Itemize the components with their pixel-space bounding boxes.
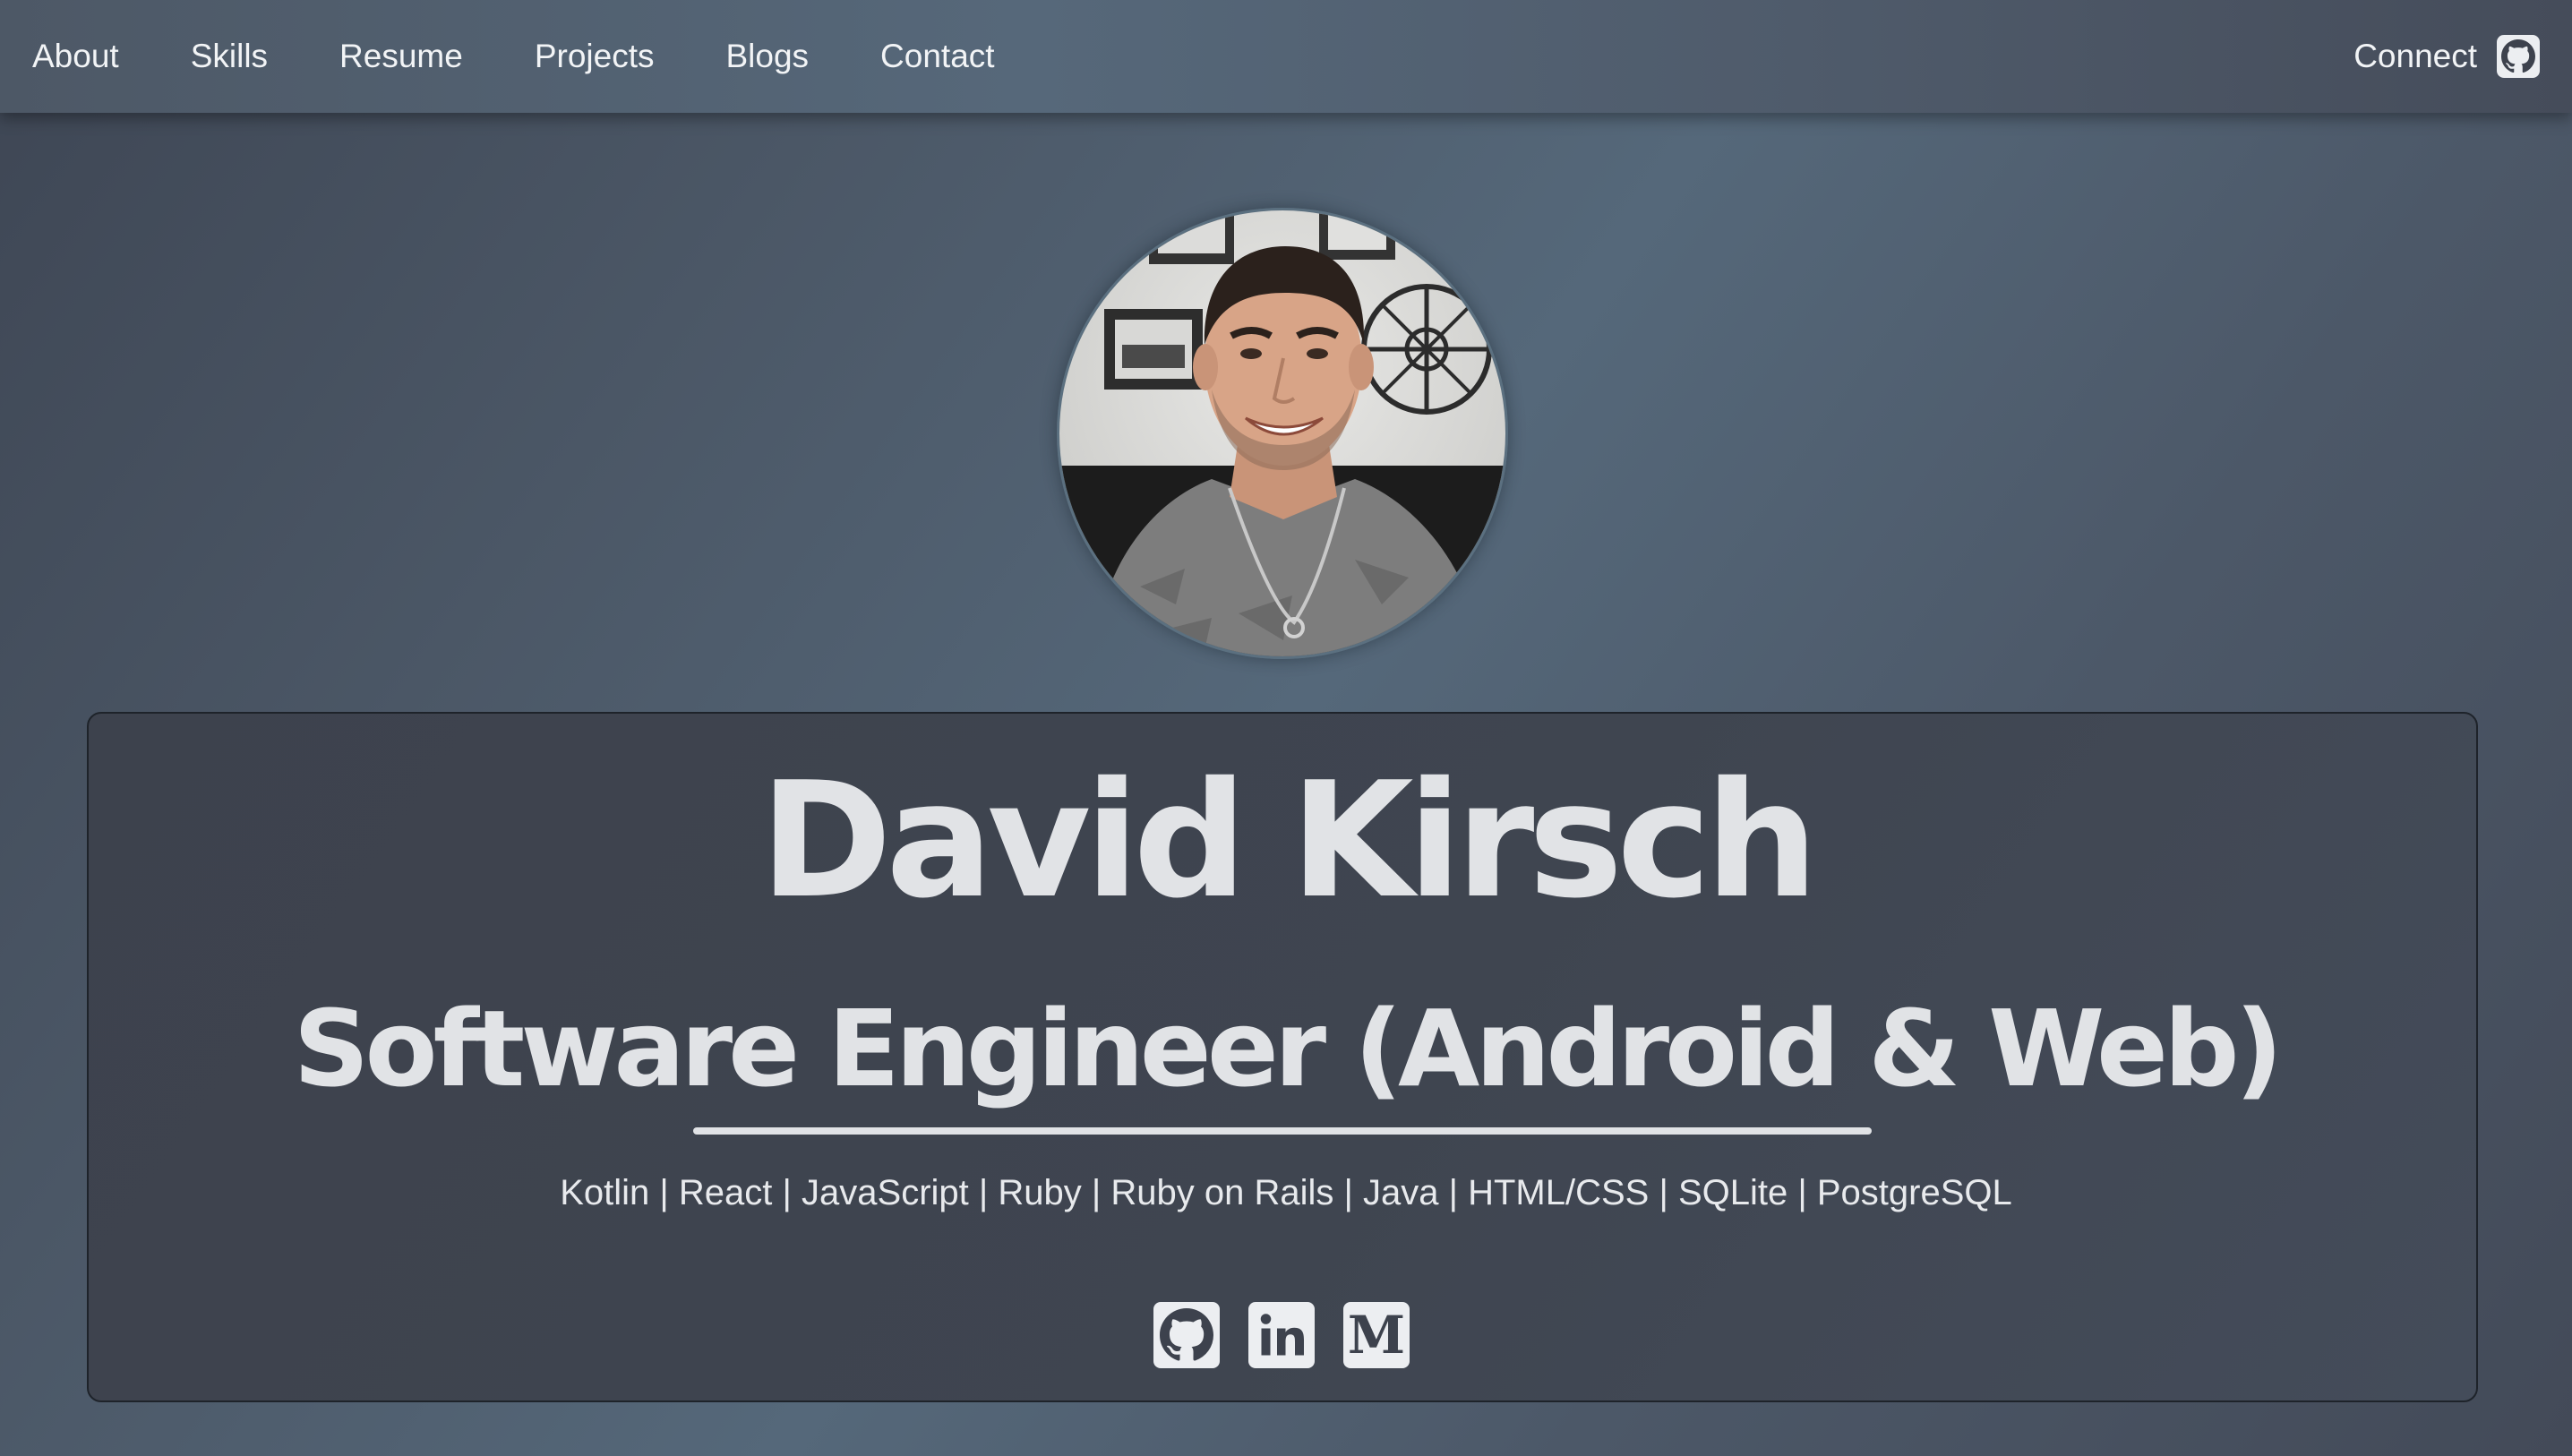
title-underline (693, 1127, 1872, 1135)
nav-link-about[interactable]: About (32, 38, 119, 75)
profile-photo (1059, 210, 1505, 656)
nav-link-projects[interactable]: Projects (535, 38, 655, 75)
nav-link-skills[interactable]: Skills (191, 38, 268, 75)
medium-glyph: M (1347, 1305, 1406, 1366)
social-links: M (1153, 1302, 1410, 1368)
top-navbar: About Skills Resume Projects Blogs Conta… (0, 0, 2572, 113)
profile-avatar (1057, 208, 1508, 659)
nav-link-blogs[interactable]: Blogs (725, 38, 809, 75)
nav-link-contact[interactable]: Contact (880, 38, 995, 75)
nav-link-resume[interactable]: Resume (339, 38, 463, 75)
connect-label: Connect (2353, 38, 2477, 74)
nav-links: About Skills Resume Projects Blogs Conta… (32, 0, 995, 113)
hero-name: David Kirsch (759, 748, 1818, 933)
github-icon[interactable] (1153, 1302, 1220, 1368)
skills-list: Kotlin | React | JavaScript | Ruby | Rub… (560, 1173, 2012, 1212)
linkedin-icon[interactable] (1248, 1302, 1315, 1368)
github-icon[interactable] (2497, 35, 2540, 78)
medium-icon[interactable]: M (1343, 1302, 1410, 1368)
hero-title: Software Engineer (Android & Web) (293, 987, 2284, 1110)
connect-link[interactable]: Connect (2353, 0, 2540, 113)
